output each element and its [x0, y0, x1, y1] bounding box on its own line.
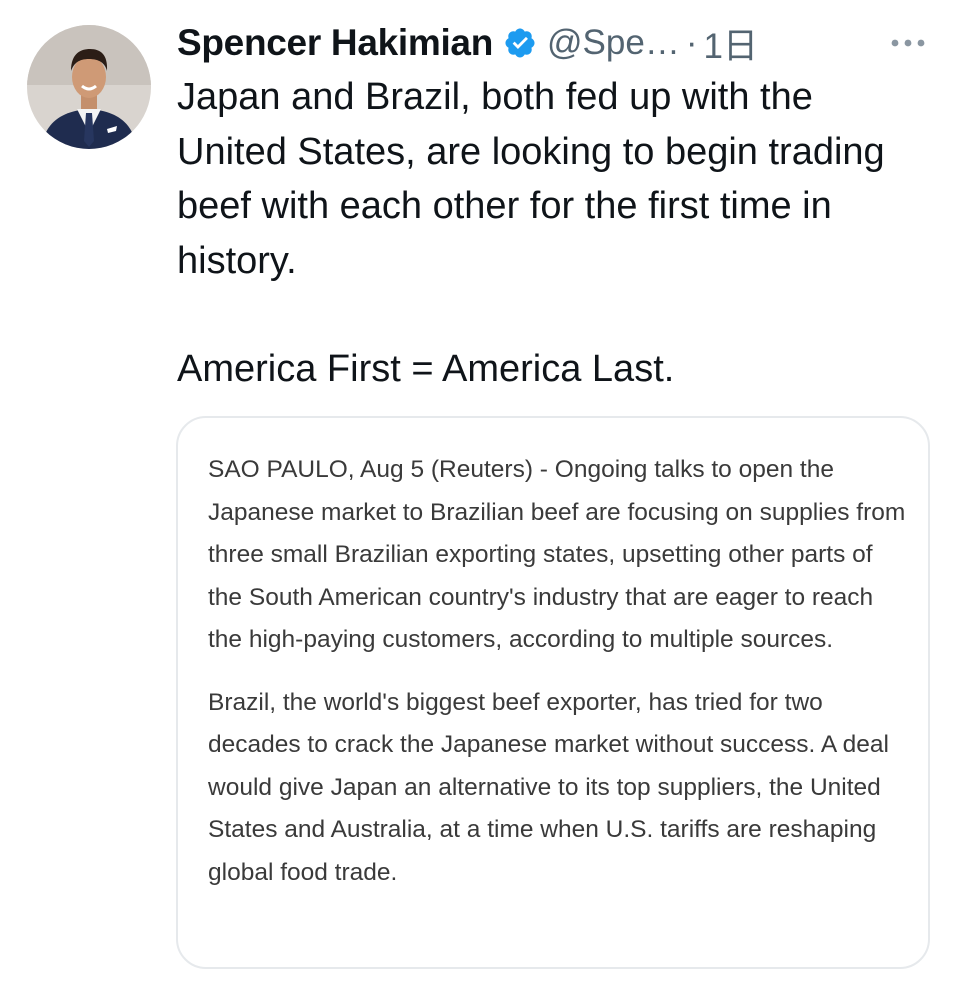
tweet-text-paragraph: America First = America Last. — [177, 348, 675, 390]
more-dots-icon[interactable] — [888, 26, 928, 60]
article-paragraph: SAO PAULO, Aug 5 (Reuters) - Ongoing tal… — [208, 456, 906, 653]
verified-badge-icon — [503, 26, 537, 60]
tweet-header: Spencer Hakimian @Spe… · 1日 — [177, 18, 932, 68]
tweet-text-paragraph: Japan and Brazil, both fed up with the U… — [177, 76, 885, 282]
avatar-photo — [27, 25, 151, 149]
tweet-timestamp[interactable]: 1日 — [703, 18, 757, 69]
avatar[interactable] — [27, 25, 151, 149]
quoted-article-body: SAO PAULO, Aug 5 (Reuters) - Ongoing tal… — [208, 449, 908, 894]
quoted-article-card[interactable]: SAO PAULO, Aug 5 (Reuters) - Ongoing tal… — [176, 416, 930, 969]
author-name[interactable]: Spencer Hakimian — [177, 22, 493, 64]
author-handle[interactable]: @Spe… — [547, 23, 680, 63]
tweet-text: Japan and Brazil, both fed up with the U… — [177, 70, 917, 397]
article-paragraph: Brazil, the world's biggest beef exporte… — [208, 688, 889, 886]
separator-dot: · — [685, 23, 698, 62]
